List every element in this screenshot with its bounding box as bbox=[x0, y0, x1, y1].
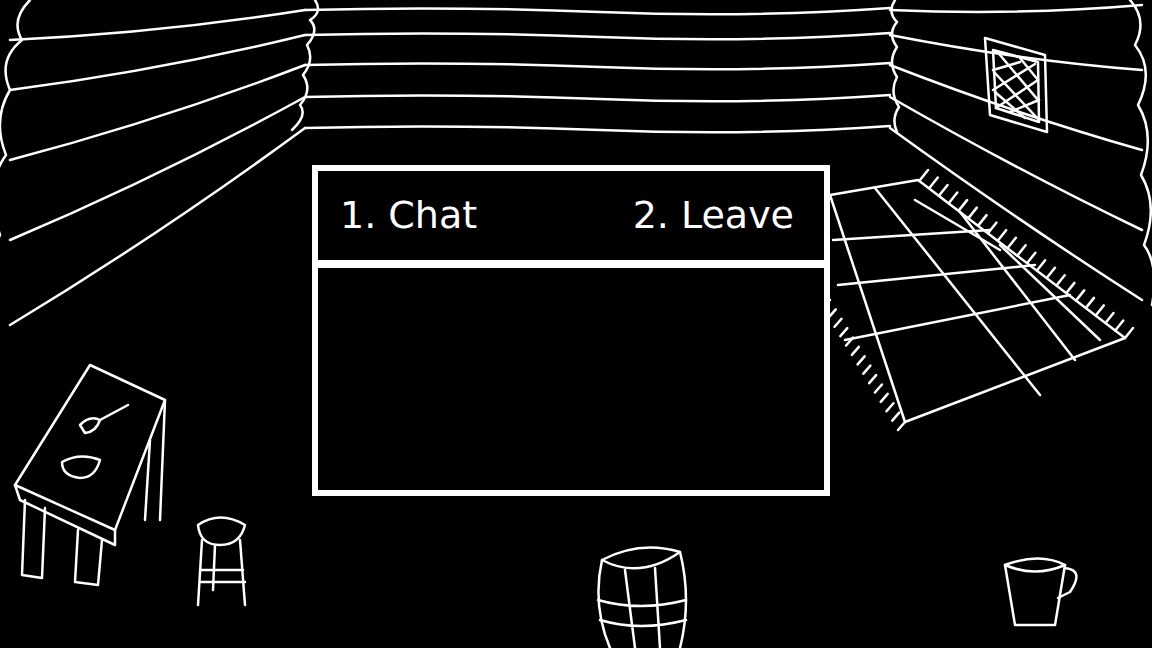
option-row: 1. Chat 2. Leave bbox=[318, 171, 824, 268]
back-wall bbox=[292, 0, 899, 132]
bucket bbox=[1005, 559, 1076, 626]
menu-option[interactable]: 1. Chat bbox=[340, 193, 477, 239]
game-screen: 1. Chat 2. Leave bbox=[0, 0, 1152, 648]
barrel bbox=[598, 548, 686, 648]
left-wall bbox=[0, 0, 305, 325]
dialog-menu: 1. Chat 2. Leave bbox=[312, 165, 830, 496]
dialog-text-area bbox=[318, 268, 824, 490]
rug bbox=[823, 170, 1133, 430]
menu-option[interactable]: 2. Leave bbox=[633, 193, 794, 239]
stool bbox=[198, 518, 245, 606]
table bbox=[15, 365, 165, 585]
wall-window bbox=[985, 38, 1047, 132]
